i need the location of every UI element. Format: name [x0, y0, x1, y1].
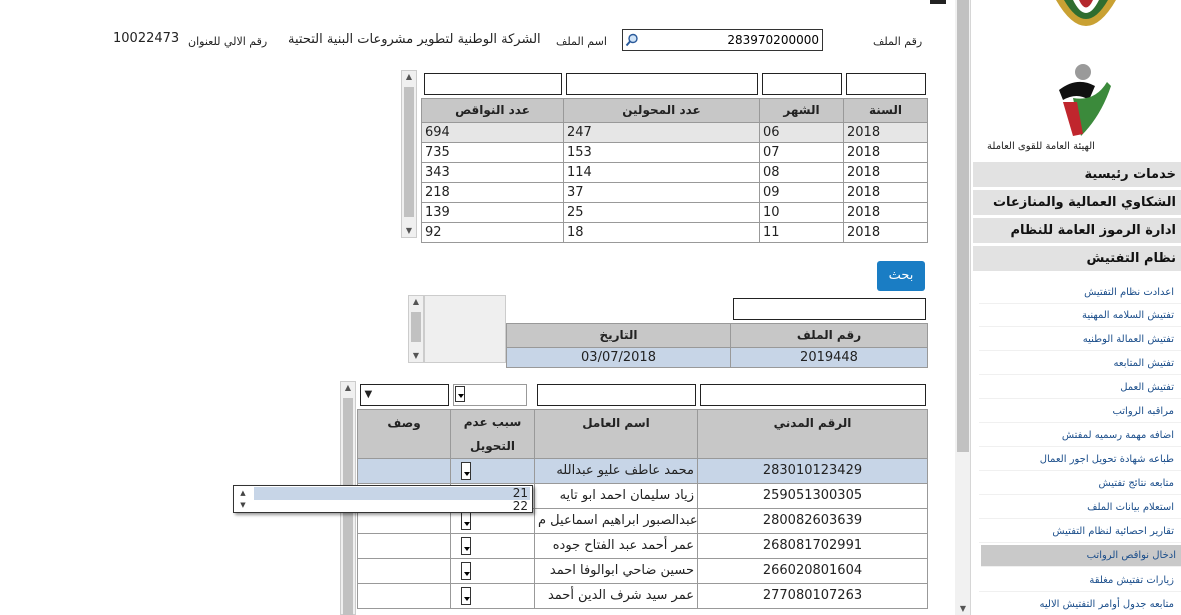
org-name: الهيئة العامة للقوى العاملة	[987, 141, 1095, 152]
sidebar-item-safety-inspection[interactable]: تفتيش السلامه المهنية	[979, 305, 1181, 327]
filter-deficits[interactable]	[421, 70, 564, 98]
col-month[interactable]: الشهر	[759, 97, 844, 123]
reason-filter-dropdown[interactable]	[450, 381, 535, 409]
sidebar-item-closed-visits[interactable]: زيارات تفتيش مغلقة	[979, 570, 1181, 592]
file-name-value: الشركة الوطنية لتطوير مشروعات البنية الت…	[288, 32, 541, 47]
reason-dropdown[interactable]	[450, 532, 535, 559]
sidebar-item-file-query[interactable]: استعلام بيانات الملف	[979, 497, 1181, 519]
col-reason[interactable]: سبب عدم التحويل	[450, 408, 535, 459]
file-table-filler	[424, 295, 506, 363]
sidebar-section-main-services[interactable]: خدمات رئيسية	[973, 162, 1181, 188]
sidebar-item-results-follow-up[interactable]: متابعه نتائج تفتيش	[979, 473, 1181, 495]
sidebar-item-statistical-reports[interactable]: تقارير احصائية لنظام التفتيش	[979, 521, 1181, 543]
dropdown-option[interactable]: 21	[254, 487, 530, 500]
sidebar-item-auto-orders[interactable]: متابعه جدول أوامر التفتيش الاليه	[979, 594, 1181, 615]
description-filter-dropdown[interactable]: ▼	[357, 381, 451, 409]
table-row[interactable]: حسين ضاحي ابوالوفا احمد 266020801604	[357, 557, 928, 584]
file-table: التاريخ رقم الملف 03/07/2018 2019448	[506, 295, 928, 368]
sidebar-item-print-certificate[interactable]: طباعه شهادة تحويل اجور العمال	[979, 449, 1181, 471]
menu-toggle-icon[interactable]	[930, 0, 946, 4]
sidebar-section-labor-complaints[interactable]: الشكاوي العمالية والمنازعات	[973, 190, 1181, 216]
stats-table-scrollbar[interactable]: ▲ ▼	[401, 70, 417, 238]
reason-dropdown[interactable]	[450, 457, 535, 484]
col-description[interactable]: وصف	[357, 408, 451, 459]
filter-empty	[506, 295, 731, 323]
col-date[interactable]: التاريخ	[506, 322, 731, 348]
table-row[interactable]: عمر أحمد عبد الفتاح جوده 268081702991	[357, 532, 928, 559]
reason-dropdown[interactable]	[450, 557, 535, 584]
sidebar-item-follow-up-inspection[interactable]: تفتيش المتابعه	[979, 353, 1181, 375]
file-name-label: اسم الملف	[556, 35, 607, 48]
list-scroll-arrows-icon[interactable]: ▲ ▼	[236, 487, 250, 511]
file-number-label: رقم الملف	[873, 35, 923, 48]
scroll-up-icon[interactable]: ▲	[409, 296, 423, 308]
page-scroll-thumb[interactable]	[957, 0, 969, 452]
auto-number-value: 10022473	[113, 31, 180, 46]
col-transferred[interactable]: عدد المحولين	[563, 97, 760, 123]
sidebar-item-work-inspection[interactable]: تفتيش العمل	[979, 377, 1181, 399]
scroll-down-icon[interactable]: ▼	[409, 350, 423, 362]
table-row[interactable]: 92 18 11 2018	[421, 221, 928, 243]
col-deficits[interactable]: عدد النواقص	[421, 97, 564, 123]
table-row[interactable]: 735 153 07 2018	[421, 141, 928, 163]
filter-transferred[interactable]	[563, 70, 760, 98]
sidebar-section-inspection-system[interactable]: نظام التفتيش	[973, 246, 1181, 272]
table-row[interactable]: 694 247 06 2018	[421, 121, 928, 143]
col-civil-id[interactable]: الرقم المدني	[697, 408, 928, 459]
filter-civil-id[interactable]	[697, 381, 928, 409]
scroll-thumb[interactable]	[411, 312, 421, 342]
scroll-thumb[interactable]	[404, 87, 414, 217]
col-file-number[interactable]: رقم الملف	[730, 322, 928, 348]
dropdown-option[interactable]: 22	[254, 500, 530, 513]
reason-dropdown-list[interactable]: ▲ ▼ 21 22	[233, 485, 533, 513]
sidebar: الهيئة العامة للقوى العاملة خدمات رئيسية…	[970, 0, 1181, 615]
sidebar-item-salary-monitoring[interactable]: مراقبه الرواتب	[979, 401, 1181, 423]
reason-dropdown[interactable]	[450, 582, 535, 609]
file-number-field[interactable]	[622, 29, 823, 51]
sidebar-item-inspection-settings[interactable]: اعدادت نظام التفتيش	[979, 282, 1181, 304]
sidebar-item-national-labor[interactable]: تفتيش العمالة الوطنيه	[979, 329, 1181, 351]
filter-month[interactable]	[759, 70, 844, 98]
auto-number-label: رقم الالي للعنوان	[188, 35, 268, 48]
search-icon[interactable]	[625, 33, 639, 47]
sidebar-item-add-mission[interactable]: اضافه مهمة رسميه لمفتش	[979, 425, 1181, 447]
table-row[interactable]: محمد عاطف عليو عبدالله 283010123429	[357, 457, 928, 484]
scroll-up-icon[interactable]: ▲	[402, 71, 416, 83]
scroll-up-icon[interactable]: ▲	[341, 382, 355, 394]
file-table-scrollbar[interactable]: ▲ ▼	[408, 295, 424, 363]
sidebar-item-salary-deficits[interactable]: ادخال نواقص الرواتب	[981, 545, 1181, 567]
table-row[interactable]: 03/07/2018 2019448	[506, 346, 928, 368]
file-number-input[interactable]	[639, 31, 819, 49]
sidebar-section-general-codes[interactable]: ادارة الرموز العامة للنظام	[973, 218, 1181, 244]
kuwait-emblem-icon	[1056, 0, 1116, 26]
filter-file-number[interactable]	[730, 295, 928, 323]
col-worker-name[interactable]: اسم العامل	[534, 408, 698, 459]
col-year[interactable]: السنة	[843, 97, 928, 123]
table-row[interactable]: 139 25 10 2018	[421, 201, 928, 223]
scroll-down-icon[interactable]: ▼	[402, 225, 416, 237]
filter-worker-name[interactable]	[534, 381, 698, 409]
filter-year[interactable]	[843, 70, 928, 98]
search-button[interactable]: بحث	[877, 261, 925, 291]
table-row[interactable]: 218 37 09 2018	[421, 181, 928, 203]
table-row[interactable]: عمر سيد شرف الدين أحمد 277080107263	[357, 582, 928, 609]
table-row[interactable]: 343 114 08 2018	[421, 161, 928, 183]
org-logo-icon	[1059, 64, 1111, 136]
scroll-down-icon[interactable]: ▼	[955, 604, 971, 613]
page-scrollbar[interactable]: ▼	[955, 0, 971, 615]
stats-table: عدد النواقص عدد المحولين الشهر السنة 694…	[421, 70, 928, 243]
